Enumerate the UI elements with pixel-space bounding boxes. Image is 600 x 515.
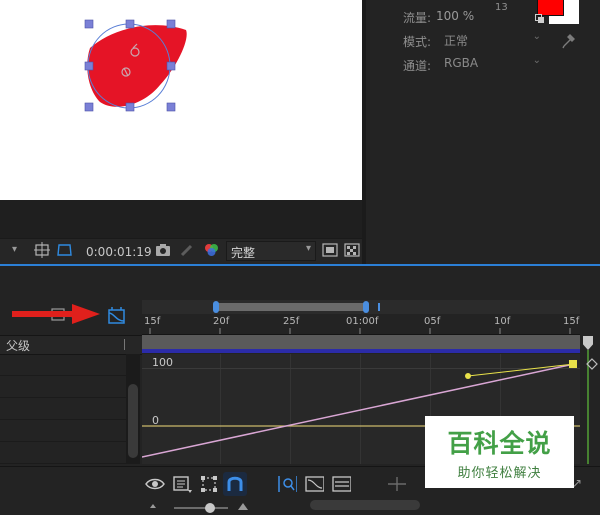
edit-keyframe-icon[interactable] [386, 474, 406, 494]
work-area-bar[interactable] [216, 303, 366, 311]
chevron-down-icon: ⌄ [532, 55, 541, 66]
resolution-value: 完整 [231, 246, 256, 260]
column-divider[interactable] [124, 339, 125, 350]
watermark-subtitle: 助你轻松解决 [457, 466, 542, 481]
zoom-slider-thumb [205, 503, 215, 513]
flow-value[interactable]: 100 % [436, 9, 474, 23]
separate-dimensions-icon[interactable] [331, 474, 351, 494]
eye-icon[interactable] [145, 474, 165, 494]
viewer-pasteboard [0, 200, 362, 238]
bezier-handle-point [465, 373, 471, 379]
current-time-display[interactable]: 0:00:01:19 [86, 245, 152, 259]
red-annotation-arrow [12, 304, 100, 324]
flow-label: 流量: [403, 11, 432, 25]
keyframe-point [569, 360, 577, 368]
chevron-down-icon: ▾ [305, 243, 311, 254]
channel-label: 通道: [403, 59, 432, 73]
fast-preview-icon[interactable] [322, 243, 338, 257]
bezier-handle-line [467, 363, 575, 377]
chevron-down-icon: ⌄ [532, 31, 541, 42]
watermark-logo: 百科全说 助你轻松解决 [425, 416, 574, 488]
eyedropper-icon[interactable] [561, 31, 577, 49]
mode-select[interactable]: 正常 ⌄ [440, 30, 545, 48]
mode-value: 正常 [444, 34, 469, 48]
graph-editor-icon[interactable] [106, 305, 128, 327]
zoom-slider[interactable] [144, 498, 256, 514]
layer-list-scrollbar[interactable] [126, 354, 140, 464]
chevron-down-icon[interactable]: ▾ [12, 244, 17, 255]
work-area-indicator [142, 349, 580, 353]
time-navigator[interactable] [142, 300, 580, 314]
channel-color-icon[interactable] [202, 241, 220, 259]
layer-duration-bar[interactable] [142, 335, 580, 349]
magnet-icon [227, 476, 243, 491]
layer-rows [0, 354, 126, 464]
scrollbar-thumb[interactable] [128, 384, 138, 458]
fit-selection-icon[interactable] [277, 474, 297, 494]
fit-all-graphs-icon[interactable] [304, 474, 324, 494]
horizontal-scrollbar[interactable] [310, 500, 420, 510]
toggle-transparency-grid-icon[interactable] [344, 243, 360, 257]
mode-label: 模式: [403, 35, 432, 49]
brush-size-value: 13 [495, 2, 508, 13]
swap-colors-icon[interactable] [535, 14, 545, 24]
resolution-select[interactable]: 完整 ▾ [226, 241, 316, 261]
channel-value: RGBA [444, 56, 479, 70]
transparency-grid-icon[interactable] [56, 242, 74, 258]
watermark-title: 百科全说 [447, 429, 552, 458]
work-area-end-handle[interactable] [363, 301, 369, 313]
show-snapshot-icon[interactable] [179, 243, 195, 257]
shape-layer-with-handles[interactable] [80, 15, 190, 117]
camera-snapshot-icon[interactable] [155, 243, 171, 257]
playhead-marker[interactable] [378, 303, 380, 311]
transform-box-icon[interactable] [199, 474, 219, 494]
work-area-start-handle[interactable] [213, 301, 219, 313]
graph-type-menu-icon[interactable] [172, 474, 192, 494]
snapping-toggle[interactable] [223, 472, 247, 496]
parent-column-label: 父级 [6, 339, 31, 353]
channel-select[interactable]: RGBA ⌄ [440, 54, 545, 72]
region-of-interest-icon[interactable] [34, 242, 52, 258]
diamond-keyframe-icon [586, 358, 598, 370]
ruler-tick-marks [149, 328, 571, 334]
